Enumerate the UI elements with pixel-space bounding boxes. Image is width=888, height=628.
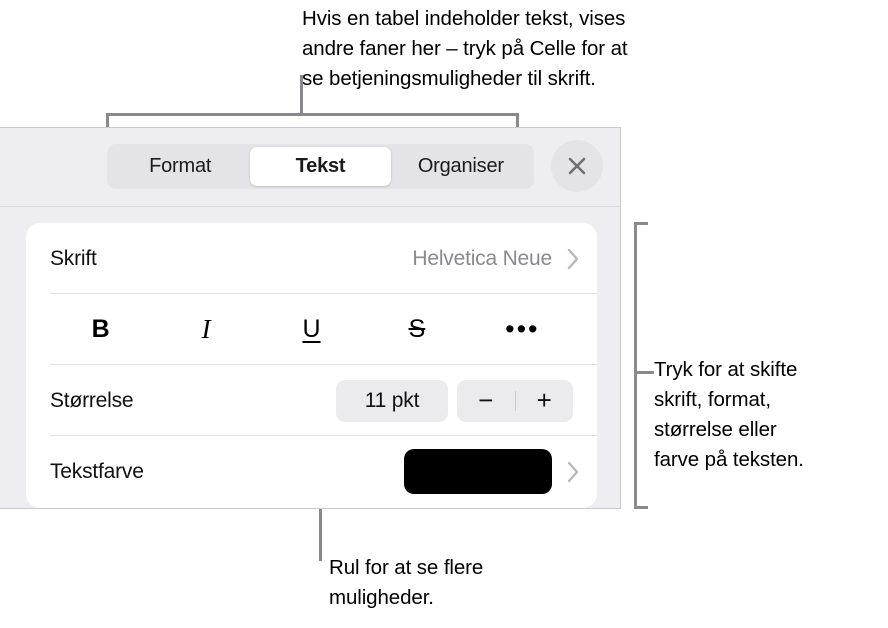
more-options-button[interactable]: ••• (470, 294, 575, 365)
close-button[interactable] (551, 140, 603, 192)
chevron-right-icon[interactable] (566, 246, 581, 272)
size-row: Størrelse 11 pkt − + (26, 365, 597, 436)
text-color-swatch[interactable] (404, 449, 552, 494)
text-options-card: Skrift Helvetica Neue B I U S ••• Større… (26, 223, 597, 508)
callout-leader-bottom-stem (319, 508, 322, 561)
callout-text-tabs: Hvis en tabel indeholder tekst, vises an… (302, 7, 628, 90)
font-size-input[interactable]: 11 pkt (336, 379, 448, 422)
inspector-tab-bar[interactable]: Format Tekst Organiser (107, 144, 534, 189)
font-row-label: Skrift (50, 246, 97, 270)
text-color-row-label: Tekstfarve (50, 459, 144, 483)
font-size-stepper[interactable]: − + (457, 379, 574, 422)
chevron-right-icon[interactable] (566, 459, 581, 485)
tab-tekst[interactable]: Tekst (250, 147, 391, 186)
callout-leader-right-bracket (634, 222, 637, 509)
callout-leader-right-stem (636, 371, 654, 374)
callout-text-scroll: Rul for at se flere muligheder. (329, 556, 484, 609)
callout-leader-right-tick-top (634, 222, 648, 225)
close-icon (564, 153, 590, 179)
bold-button[interactable]: B (48, 294, 153, 365)
tab-organiser[interactable]: Organiser (391, 147, 531, 186)
size-increment-button[interactable]: + (516, 380, 574, 422)
callout-leader-top-tick-right (516, 113, 519, 128)
callout-text-options: Tryk for at skifte skrift, format, størr… (654, 358, 804, 471)
font-row-value: Helvetica Neue (412, 246, 552, 270)
tab-format[interactable]: Format (110, 147, 250, 186)
font-row[interactable]: Skrift Helvetica Neue (26, 223, 597, 294)
size-row-label: Størrelse (50, 388, 134, 412)
callout-leader-top-bracket (106, 113, 519, 116)
size-decrement-button[interactable]: − (457, 380, 515, 422)
callout-leader-top-tick-left (106, 113, 109, 128)
text-color-row[interactable]: Tekstfarve (26, 436, 597, 507)
text-style-row: B I U S ••• (26, 294, 597, 365)
strikethrough-button[interactable]: S (364, 294, 469, 365)
italic-button[interactable]: I (153, 294, 258, 365)
callout-leader-right-tick-bottom (634, 506, 648, 509)
callout-leader-top-stem (300, 75, 303, 115)
underline-button[interactable]: U (259, 294, 364, 365)
